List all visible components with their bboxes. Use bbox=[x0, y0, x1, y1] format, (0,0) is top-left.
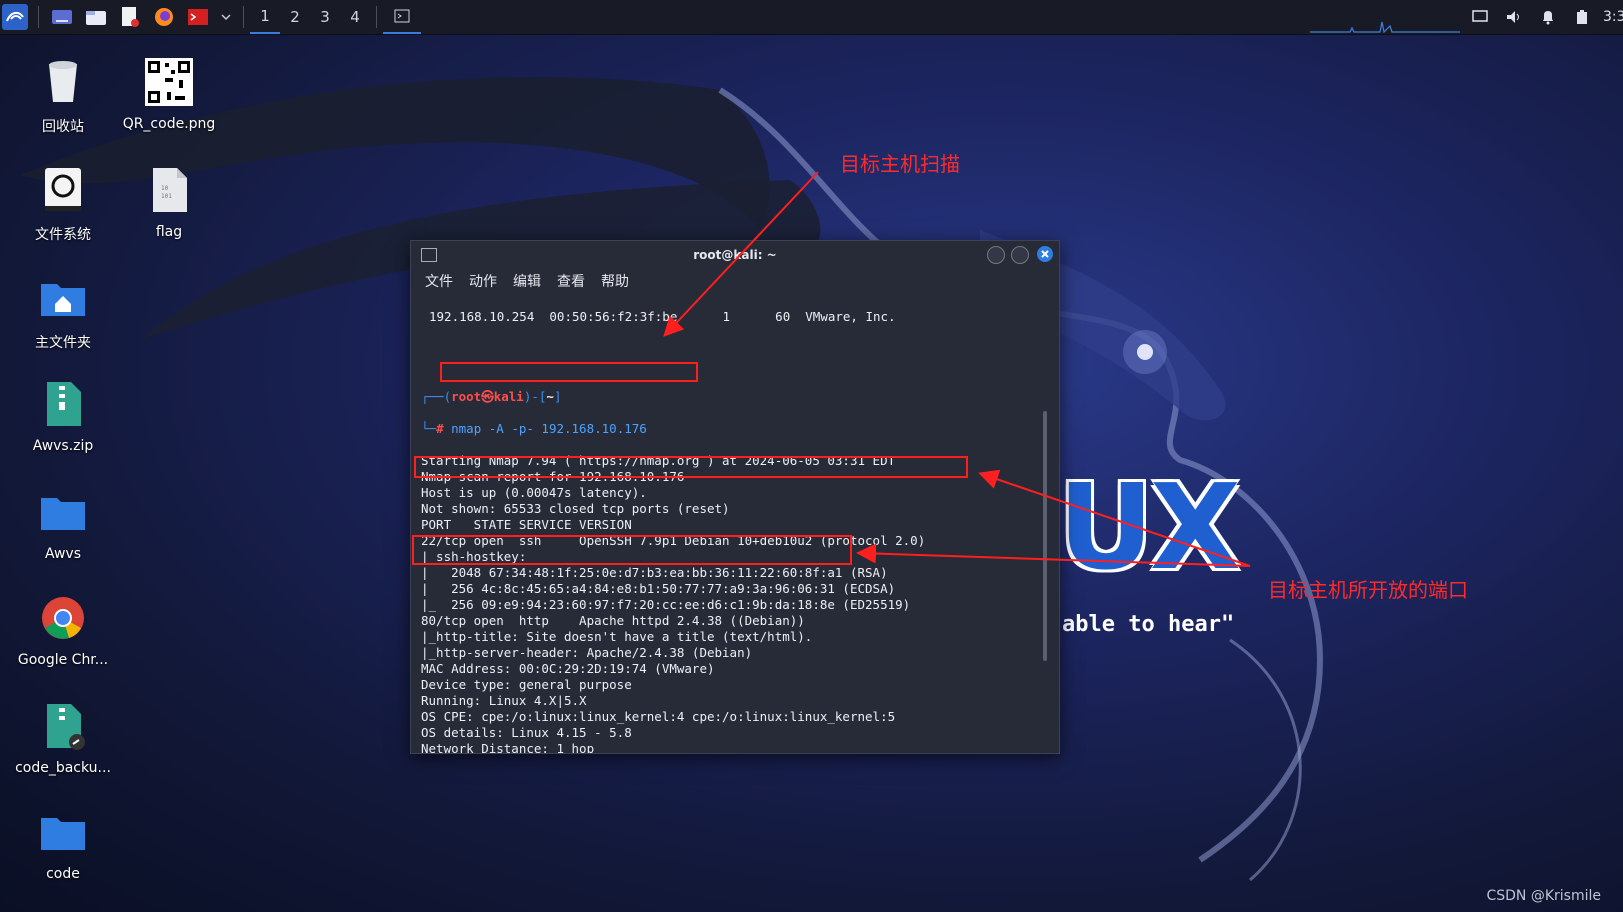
csdn-watermark: CSDN @Krismile bbox=[1486, 888, 1601, 904]
scan-annotation-label: 目标主机扫描 bbox=[840, 152, 960, 176]
annotation-arrows bbox=[663, 171, 1251, 567]
ports-annotation-label: 目标主机所开放的端口 bbox=[1268, 578, 1468, 602]
